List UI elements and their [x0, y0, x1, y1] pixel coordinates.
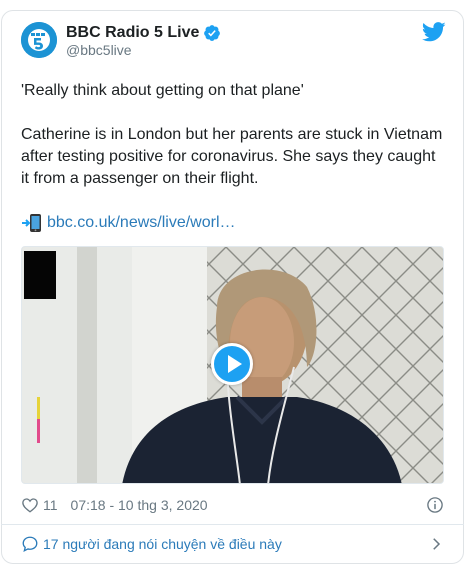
- tweet-footer: 11 07:18 - 10 thg 3, 2020: [21, 495, 208, 515]
- account-handle[interactable]: @bbc5live: [66, 42, 132, 58]
- account-name-row[interactable]: BBC Radio 5 Live: [66, 23, 221, 43]
- speech-bubble-icon: [21, 535, 39, 553]
- tweet-body: Catherine is in London but her parents a…: [21, 126, 443, 187]
- divider: [1, 524, 464, 525]
- verified-badge-icon: [203, 24, 221, 42]
- tweet-link-line[interactable]: bbc.co.uk/news/live/worl…: [21, 212, 445, 234]
- play-icon[interactable]: [211, 343, 253, 385]
- like-count[interactable]: 11: [43, 497, 58, 513]
- mobile-phone-arrow-icon: [21, 213, 43, 233]
- conversation-text[interactable]: 17 người đang nói chuyện về điều này: [43, 536, 282, 552]
- display-name[interactable]: BBC Radio 5 Live: [66, 24, 199, 42]
- tweet-headline: 'Really think about getting on that plan…: [21, 82, 304, 99]
- info-icon[interactable]: [426, 496, 444, 514]
- twitter-bird-icon[interactable]: [421, 22, 446, 42]
- conversation-link[interactable]: 17 người đang nói chuyện về điều này: [21, 533, 445, 555]
- bbc-5-live-logo-icon: [21, 22, 57, 58]
- chevron-right-icon[interactable]: [427, 535, 445, 553]
- tweet-text: 'Really think about getting on that plan…: [21, 80, 445, 234]
- avatar[interactable]: [21, 22, 57, 58]
- heart-icon[interactable]: [21, 496, 39, 514]
- tweet-timestamp[interactable]: 07:18 - 10 thg 3, 2020: [71, 497, 208, 513]
- tweet-link[interactable]: bbc.co.uk/news/live/worl…: [47, 212, 236, 234]
